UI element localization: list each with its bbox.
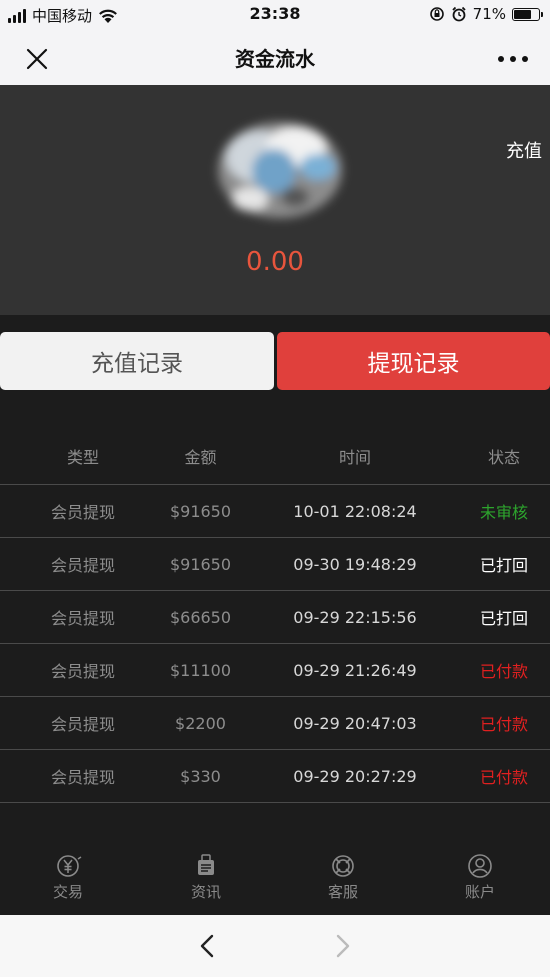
table-row: 会员提现 $91650 09-30 19:48:29 已打回 bbox=[0, 538, 550, 591]
status-bar: 中国移动 23:38 71% bbox=[0, 0, 550, 30]
news-icon bbox=[198, 854, 214, 875]
table-header: 类型 金额 时间 状态 bbox=[0, 428, 550, 485]
support-icon bbox=[332, 855, 354, 877]
back-arrow-icon[interactable] bbox=[193, 931, 223, 961]
row-time: 09-29 22:15:56 bbox=[293, 607, 417, 627]
row-status: 未审核 bbox=[479, 503, 528, 522]
row-type: 会员提现 bbox=[50, 556, 115, 575]
tab-support[interactable]: 客服 bbox=[303, 853, 383, 902]
nav-bar: 资金流水 bbox=[0, 30, 550, 85]
row-type: 会员提现 bbox=[50, 715, 115, 734]
row-status: 已打回 bbox=[479, 609, 528, 628]
row-amount: $11100 bbox=[169, 660, 232, 680]
column-header-status: 状态 bbox=[487, 448, 520, 467]
withdraw-table: 类型 金额 时间 状态 会员提现 $91650 10-01 22:08:24 未… bbox=[0, 428, 550, 803]
tab-label: 交易 bbox=[52, 883, 83, 901]
row-amount: $330 bbox=[180, 766, 221, 786]
user-icon bbox=[468, 854, 492, 878]
account-header: 充值 0.00 bbox=[0, 85, 550, 315]
forward-arrow-icon[interactable] bbox=[327, 931, 357, 961]
column-header-amount: 金额 bbox=[184, 448, 217, 467]
tab-label: 客服 bbox=[327, 883, 358, 901]
battery-icon bbox=[512, 7, 543, 21]
row-time: 09-30 19:48:29 bbox=[293, 554, 417, 574]
recharge-link[interactable]: 充值 bbox=[506, 137, 542, 163]
table-row: 会员提现 $2200 09-29 20:47:03 已付款 bbox=[0, 697, 550, 750]
tab-account[interactable]: 账户 bbox=[440, 853, 520, 902]
row-amount: $91650 bbox=[169, 554, 232, 574]
row-amount: $66650 bbox=[169, 607, 232, 627]
row-time: 09-29 20:47:03 bbox=[293, 713, 417, 733]
orientation-lock-icon bbox=[429, 7, 444, 21]
tab-recharge-records[interactable]: 充值记录 bbox=[0, 332, 274, 390]
row-time: 09-29 21:26:49 bbox=[293, 660, 417, 680]
row-type: 会员提现 bbox=[50, 503, 115, 522]
row-status: 已付款 bbox=[479, 715, 528, 734]
row-type: 会员提现 bbox=[50, 609, 115, 628]
table-row: 会员提现 $91650 10-01 22:08:24 未审核 bbox=[0, 485, 550, 538]
row-type: 会员提现 bbox=[50, 662, 115, 681]
row-time: 10-01 22:08:24 bbox=[293, 501, 417, 521]
avatar[interactable] bbox=[200, 95, 360, 240]
tab-news[interactable]: 资讯 bbox=[166, 853, 246, 902]
column-header-time: 时间 bbox=[338, 448, 371, 467]
bottom-tab-bar: 交易 资讯 客服 账户 bbox=[0, 845, 550, 915]
page-title: 资金流水 bbox=[235, 47, 315, 71]
tab-label: 资讯 bbox=[190, 883, 221, 901]
row-amount: $91650 bbox=[169, 501, 232, 521]
tab-trade[interactable]: 交易 bbox=[28, 853, 108, 902]
row-amount: $2200 bbox=[175, 713, 226, 733]
record-tabs: 充值记录 提现记录 bbox=[0, 332, 550, 390]
tab-label: 账户 bbox=[464, 883, 495, 901]
row-type: 会员提现 bbox=[50, 768, 115, 787]
table-row: 会员提现 $66650 09-29 22:15:56 已打回 bbox=[0, 591, 550, 644]
tab-withdraw-records[interactable]: 提现记录 bbox=[277, 332, 550, 390]
table-row: 会员提现 $330 09-29 20:27:29 已付款 bbox=[0, 750, 550, 803]
battery-percent: 71% bbox=[472, 5, 506, 23]
row-status: 已打回 bbox=[479, 556, 528, 575]
yen-coin-icon bbox=[57, 855, 82, 877]
browser-toolbar bbox=[0, 915, 550, 977]
row-status: 已付款 bbox=[479, 768, 528, 787]
table-row: 会员提现 $11100 09-29 21:26:49 已付款 bbox=[0, 644, 550, 697]
more-icon[interactable] bbox=[498, 44, 528, 74]
row-time: 09-29 20:27:29 bbox=[293, 766, 417, 786]
column-header-type: 类型 bbox=[66, 448, 99, 467]
balance-amount: 0.00 bbox=[246, 247, 304, 277]
status-bar-right: 71% bbox=[429, 5, 543, 23]
row-status: 已付款 bbox=[479, 662, 528, 681]
alarm-icon bbox=[452, 6, 466, 22]
